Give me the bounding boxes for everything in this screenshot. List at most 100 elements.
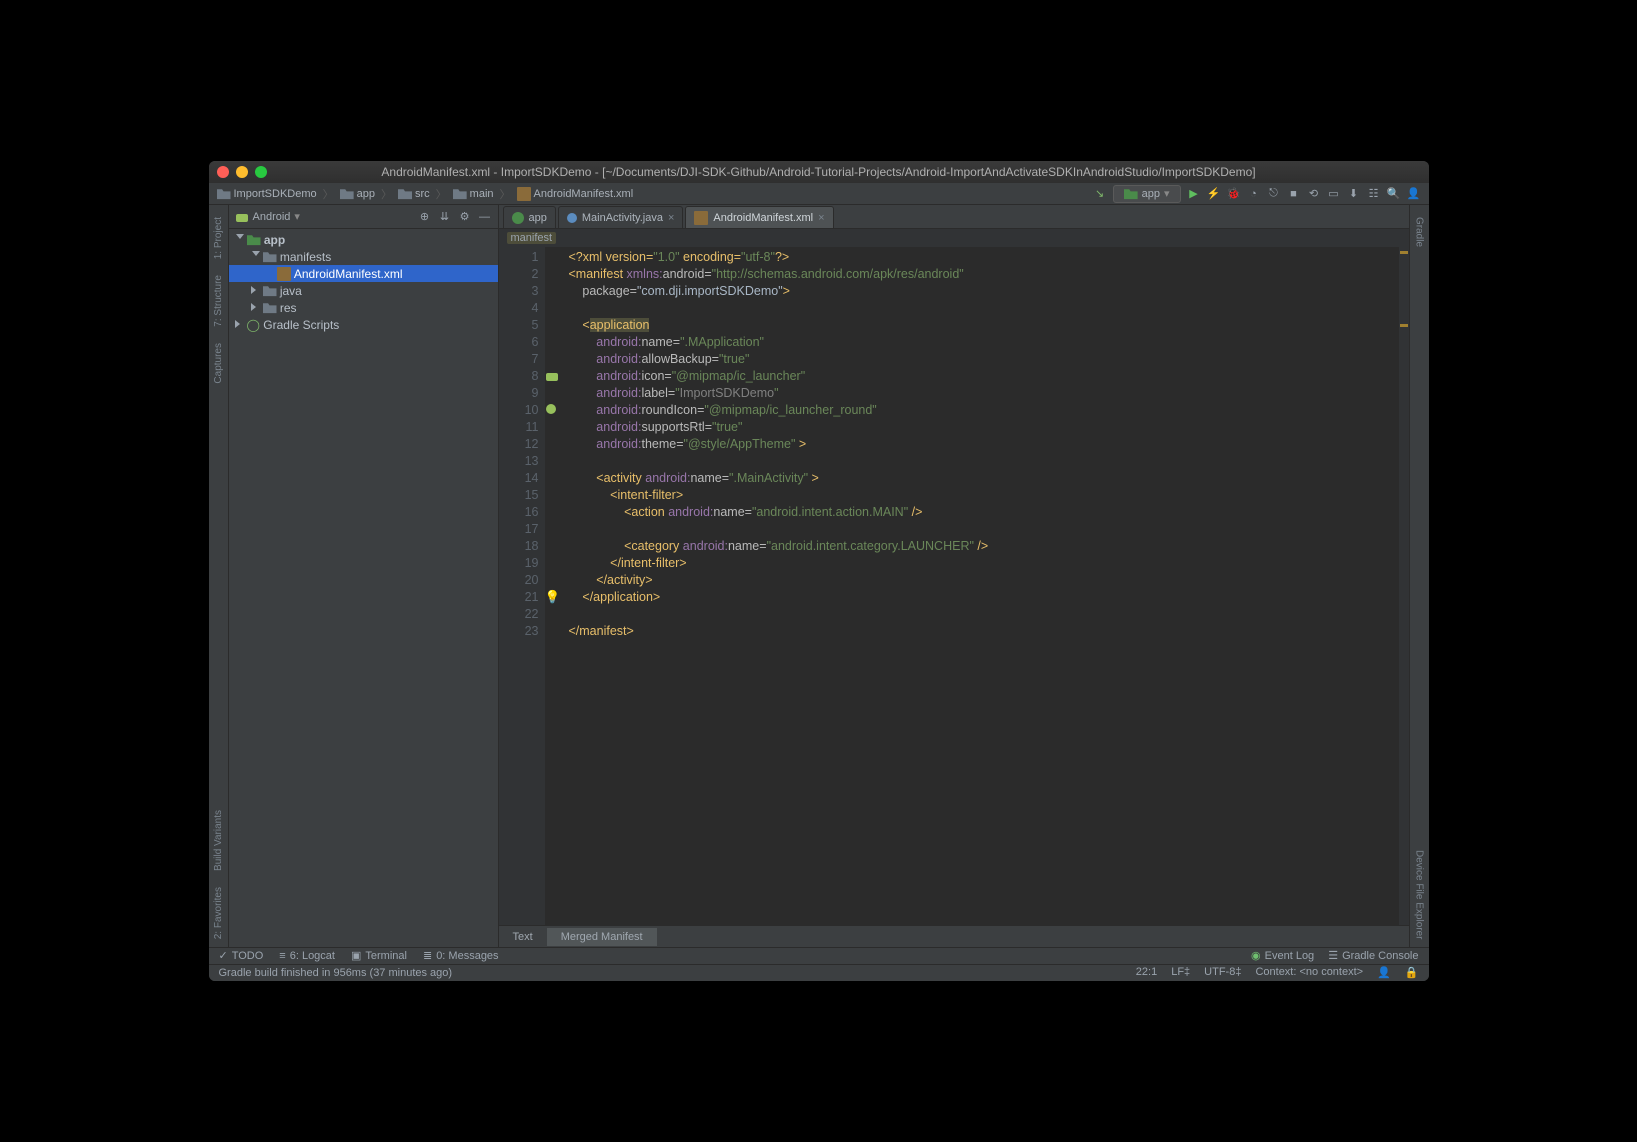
project-structure-icon[interactable]: ☷ xyxy=(1367,187,1381,201)
folder-icon xyxy=(453,187,467,201)
editor-tab-manifest[interactable]: AndroidManifest.xml× xyxy=(685,206,833,228)
sdk-manager-icon[interactable]: ⬇ xyxy=(1347,187,1361,201)
todo-tool-button[interactable]: ✓ TODO xyxy=(219,949,264,962)
logcat-tool-button[interactable]: ≡ 6: Logcat xyxy=(279,949,335,962)
tree-node-gradle-scripts[interactable]: ◯ Gradle Scripts xyxy=(229,316,498,333)
gutter-icon-android[interactable] xyxy=(545,369,559,383)
settings-icon[interactable]: ⚙ xyxy=(458,210,472,224)
gradle-console-button[interactable]: ☰ Gradle Console xyxy=(1328,949,1418,962)
module-icon xyxy=(512,212,524,224)
collapse-all-icon[interactable]: ⇊ xyxy=(438,210,452,224)
messages-tool-button[interactable]: ≣ 0: Messages xyxy=(423,949,499,962)
gutter-icon-bulb[interactable]: 💡 xyxy=(545,590,559,604)
terminal-tool-button[interactable]: ▣ Terminal xyxy=(351,949,407,962)
right-tool-rail: Gradle Device File Explorer xyxy=(1409,205,1429,947)
tree-node-res[interactable]: res xyxy=(229,299,498,316)
marker-strip[interactable] xyxy=(1399,247,1409,925)
profile-icon[interactable]: ◔ xyxy=(1247,187,1261,201)
tree-node-manifests[interactable]: manifests xyxy=(229,248,498,265)
tree-node-app[interactable]: app xyxy=(229,231,498,248)
file-icon xyxy=(517,187,531,201)
caret-position[interactable]: 22:1 xyxy=(1136,966,1157,979)
make-project-icon[interactable]: ↘ xyxy=(1093,187,1107,201)
tab-label: MainActivity.java xyxy=(582,212,663,224)
tree-label: app xyxy=(264,233,285,247)
gutter-icon-round[interactable] xyxy=(545,403,559,417)
editor-bottom-tabs: Text Merged Manifest xyxy=(499,925,1409,947)
tree-node-manifest-file[interactable]: AndroidManifest.xml xyxy=(229,265,498,282)
project-tree: app manifests AndroidManifest.xml java r… xyxy=(229,229,498,947)
project-panel: Android ▾ ⊕ ⇊ ⚙ — app manifests AndroidM… xyxy=(229,205,499,947)
project-tool-button[interactable]: 1: Project xyxy=(213,217,224,259)
search-icon[interactable]: 🔍 xyxy=(1387,187,1401,201)
android-icon xyxy=(235,210,249,224)
ide-window: AndroidManifest.xml - ImportSDKDemo - [~… xyxy=(209,161,1429,981)
tree-label: Gradle Scripts xyxy=(263,318,339,332)
context-indicator[interactable]: Context: <no context> xyxy=(1255,966,1363,979)
user-icon[interactable]: 👤 xyxy=(1407,187,1421,201)
editor-tab-app[interactable]: app xyxy=(503,206,556,228)
scroll-from-source-icon[interactable]: ⊕ xyxy=(418,210,432,224)
tree-node-java[interactable]: java xyxy=(229,282,498,299)
debug-icon[interactable]: 🐞 xyxy=(1227,187,1241,201)
close-window-button[interactable] xyxy=(217,166,229,178)
inspection-indicator[interactable]: 👤 xyxy=(1377,966,1391,979)
structure-tool-button[interactable]: 7: Structure xyxy=(213,275,224,327)
breadcrumb-item[interactable]: src xyxy=(398,187,430,201)
folder-icon xyxy=(263,284,277,298)
java-file-icon xyxy=(567,213,577,223)
breadcrumb-item[interactable]: AndroidManifest.xml xyxy=(517,187,634,201)
folder-icon xyxy=(263,301,277,315)
apply-changes-icon[interactable]: ⚡ xyxy=(1207,187,1221,201)
title-bar: AndroidManifest.xml - ImportSDKDemo - [~… xyxy=(209,161,1429,183)
device-file-explorer-button[interactable]: Device File Explorer xyxy=(1414,850,1425,939)
editor-area: app MainActivity.java × AndroidManifest.x… xyxy=(499,205,1409,947)
file-encoding[interactable]: UTF-8‡ xyxy=(1204,966,1241,979)
folder-icon xyxy=(217,187,231,201)
event-log-button[interactable]: ◉ Event Log xyxy=(1251,949,1314,962)
zoom-window-button[interactable] xyxy=(255,166,267,178)
hide-panel-icon[interactable]: — xyxy=(478,210,492,224)
editor-breadcrumb: manifest xyxy=(499,229,1409,247)
window-controls xyxy=(217,166,267,178)
line-separator[interactable]: LF‡ xyxy=(1171,966,1190,979)
avd-manager-icon[interactable]: ▭ xyxy=(1327,187,1341,201)
file-icon xyxy=(277,267,291,281)
merged-manifest-tab[interactable]: Merged Manifest xyxy=(547,928,657,946)
code-editor[interactable]: 1234567891011121314151617181920212223 💡 … xyxy=(499,247,1409,925)
breadcrumb-label: app xyxy=(357,188,375,200)
gradle-tool-button[interactable]: Gradle xyxy=(1414,217,1425,247)
run-config-selector[interactable]: app▾ xyxy=(1113,185,1181,203)
minimize-window-button[interactable] xyxy=(236,166,248,178)
status-bar: ✓ TODO ≡ 6: Logcat ▣ Terminal ≣ 0: Messa… xyxy=(209,947,1429,981)
editor-tab-main-activity[interactable]: MainActivity.java × xyxy=(558,206,684,228)
build-variants-tool-button[interactable]: Build Variants xyxy=(213,810,224,871)
module-icon xyxy=(247,233,261,247)
close-tab-icon[interactable]: × xyxy=(668,212,674,224)
breadcrumb-item[interactable]: ImportSDKDemo xyxy=(217,187,317,201)
navigation-bar: ImportSDKDemo〉 app〉 src〉 main〉 AndroidMa… xyxy=(209,183,1429,205)
sync-icon[interactable]: ⟲ xyxy=(1307,187,1321,201)
attach-icon[interactable]: ⎋ xyxy=(1267,187,1281,201)
breadcrumb-item[interactable]: main xyxy=(453,187,494,201)
crumb-item[interactable]: manifest xyxy=(507,232,557,244)
lock-icon[interactable]: 🔒 xyxy=(1405,966,1419,979)
code-content[interactable]: <?xml version="1.0" encoding="utf-8"?> <… xyxy=(545,247,1399,925)
breadcrumb-item[interactable]: app xyxy=(340,187,375,201)
stop-icon[interactable]: ■ xyxy=(1287,187,1301,201)
text-tab[interactable]: Text xyxy=(499,928,547,946)
run-icon[interactable]: ▶ xyxy=(1187,187,1201,201)
close-tab-icon[interactable]: × xyxy=(818,212,824,224)
module-icon xyxy=(1124,187,1138,201)
breadcrumb-label: ImportSDKDemo xyxy=(234,188,317,200)
folder-icon xyxy=(263,250,277,264)
status-message: Gradle build finished in 956ms (37 minut… xyxy=(219,967,453,979)
tree-label: res xyxy=(280,301,297,315)
gradle-icon: ◯ xyxy=(247,318,260,332)
breadcrumb-label: AndroidManifest.xml xyxy=(534,188,634,200)
favorites-tool-button[interactable]: 2: Favorites xyxy=(213,887,224,939)
breadcrumb-label: src xyxy=(415,188,430,200)
breadcrumb-label: main xyxy=(470,188,494,200)
project-view-label[interactable]: Android xyxy=(253,211,291,223)
captures-tool-button[interactable]: Captures xyxy=(213,343,224,384)
